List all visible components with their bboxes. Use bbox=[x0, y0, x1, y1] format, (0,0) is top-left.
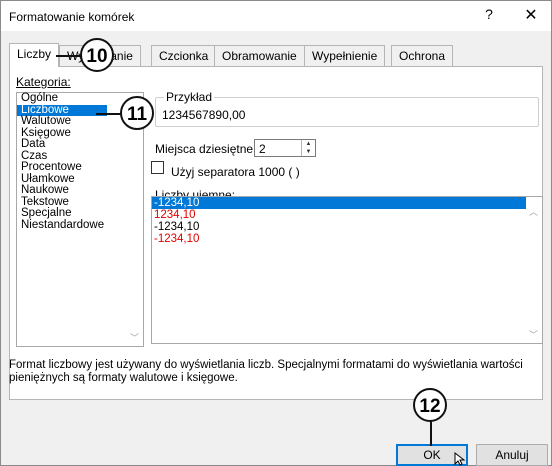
scroll-down-icon[interactable]: ﹀ bbox=[529, 328, 538, 341]
sample-label: Przykład bbox=[164, 90, 215, 104]
separator-checkbox[interactable] bbox=[151, 161, 164, 174]
format-cells-dialog: Formatowanie komórek ? ✕ Liczby Wyrównan… bbox=[0, 0, 552, 466]
callout-badge: 12 bbox=[413, 388, 447, 422]
scroll-up-icon[interactable]: ︿ bbox=[529, 205, 538, 218]
category-item[interactable]: Data bbox=[17, 138, 143, 151]
callout-pointer bbox=[430, 420, 432, 446]
negative-scrollbar[interactable]: ︿ ﹀ bbox=[526, 197, 542, 343]
category-item[interactable]: Specjalne bbox=[17, 207, 143, 220]
scroll-down-icon[interactable]: ﹀ bbox=[130, 331, 139, 344]
tab-numbers[interactable]: Liczby bbox=[9, 43, 60, 67]
negative-item[interactable]: -1234,10 bbox=[152, 221, 542, 233]
callout-badge: 10 bbox=[80, 38, 114, 72]
tab-border[interactable]: Obramowanie bbox=[214, 45, 305, 66]
mouse-cursor-icon bbox=[454, 452, 466, 466]
category-scrollbar[interactable]: ︿ ﹀ bbox=[127, 93, 143, 346]
close-button[interactable]: ✕ bbox=[521, 5, 541, 25]
tab-fill[interactable]: Wypełnienie bbox=[304, 45, 386, 66]
category-label: Kategoria: bbox=[16, 75, 71, 89]
cancel-button[interactable]: Anuluj bbox=[476, 444, 548, 466]
negative-item[interactable]: -1234,10 bbox=[152, 233, 542, 245]
spin-up-icon[interactable]: ▲ bbox=[302, 140, 315, 148]
decimals-label: Miejsca dziesiętne: bbox=[155, 142, 257, 156]
decimals-spinner[interactable]: 2 ▲ ▼ bbox=[254, 139, 316, 157]
tab-font[interactable]: Czcionka bbox=[151, 45, 217, 66]
category-item[interactable]: Procentowe bbox=[17, 161, 143, 174]
spin-down-icon[interactable]: ▼ bbox=[302, 148, 315, 156]
category-item[interactable]: Niestandardowe bbox=[17, 219, 143, 232]
sample-group: Przykład 1234567890,00 bbox=[155, 90, 539, 127]
category-item[interactable]: Naukowe bbox=[17, 184, 143, 197]
decimals-value[interactable]: 2 bbox=[259, 142, 266, 156]
negative-numbers-listbox[interactable]: -1234,10 1234,10 -1234,10 -1234,10 ︿ ﹀ bbox=[151, 196, 543, 344]
window-title: Formatowanie komórek bbox=[9, 10, 135, 24]
category-listbox[interactable]: Ogólne Liczbowe Walutowe Księgowe Data C… bbox=[16, 92, 144, 347]
negative-item[interactable]: 1234,10 bbox=[152, 209, 542, 221]
sample-value: 1234567890,00 bbox=[162, 108, 246, 122]
title-bar[interactable]: Formatowanie komórek ? ✕ bbox=[1, 1, 551, 31]
tab-protection[interactable]: Ochrona bbox=[391, 45, 454, 66]
separator-label: Użyj separatora 1000 ( ) bbox=[171, 165, 300, 179]
callout-badge: 11 bbox=[120, 96, 154, 130]
format-description: Format liczbowy jest używany do wyświetl… bbox=[9, 359, 523, 384]
spinner-buttons[interactable]: ▲ ▼ bbox=[301, 140, 315, 156]
negative-item-selected[interactable]: -1234,10 bbox=[152, 197, 542, 209]
help-button[interactable]: ? bbox=[479, 6, 499, 22]
